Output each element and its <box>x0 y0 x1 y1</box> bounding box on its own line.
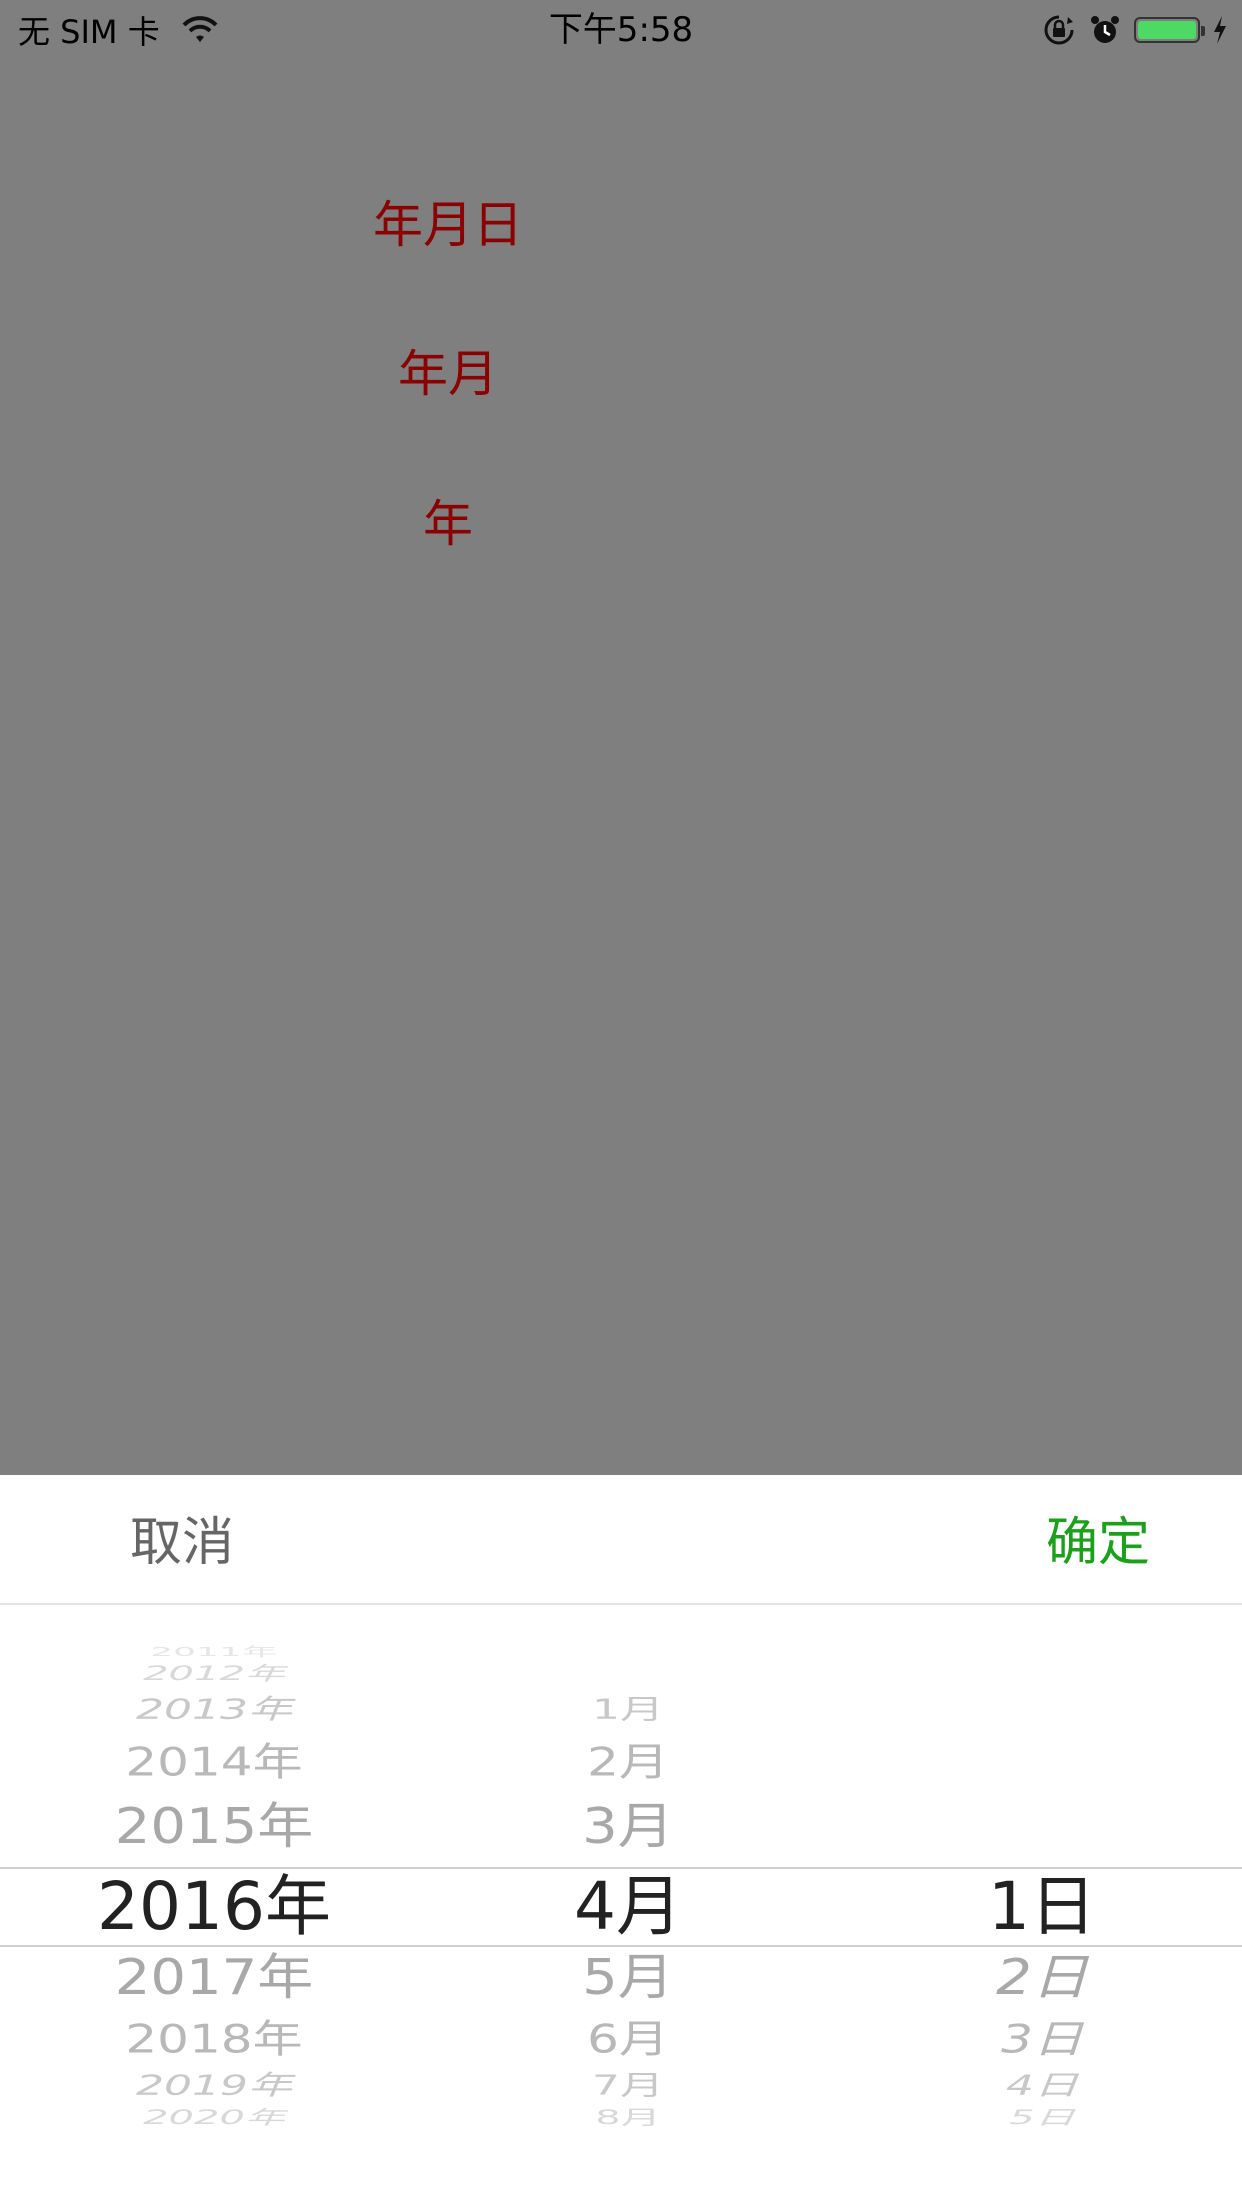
month-option[interactable]: 6月 <box>478 2017 778 2061</box>
charging-bolt-icon <box>1214 16 1226 44</box>
year-option[interactable]: 2014年 <box>64 1740 364 1784</box>
option-year[interactable]: 年 <box>248 494 648 554</box>
orientation-lock-icon <box>1044 15 1074 45</box>
day-wheel[interactable]: 1日 2日 3日 4日 5日 <box>892 1475 1192 2208</box>
status-right <box>1042 12 1228 48</box>
year-selected[interactable]: 2016年 <box>64 1869 364 1945</box>
month-option[interactable]: 7月 <box>478 2070 778 2102</box>
year-option[interactable]: 2020年 <box>64 2107 364 2128</box>
battery-icon <box>1134 17 1205 43</box>
year-wheel[interactable]: 2011年 2012年 2013年 2014年 2015年 2016年 2017… <box>64 1475 364 2208</box>
year-option[interactable]: 2019年 <box>64 2070 364 2102</box>
day-option[interactable]: 3日 <box>892 2017 1192 2061</box>
month-option[interactable]: 8月 <box>478 2107 778 2128</box>
day-option[interactable]: 2日 <box>892 1951 1192 2005</box>
month-selected[interactable]: 4月 <box>478 1869 778 1945</box>
day-option[interactable]: 4日 <box>892 2070 1192 2102</box>
option-year-month[interactable]: 年月 <box>248 344 648 404</box>
month-option[interactable]: 5月 <box>478 1951 778 2005</box>
year-option[interactable]: 2011年 <box>64 1645 364 1659</box>
year-option[interactable]: 2018年 <box>64 2017 364 2061</box>
month-option[interactable]: 1月 <box>478 1694 778 1726</box>
year-option[interactable]: 2015年 <box>64 1800 364 1854</box>
month-option[interactable]: 2月 <box>478 1740 778 1784</box>
battery-level <box>1138 21 1196 39</box>
day-option[interactable]: 5日 <box>892 2107 1192 2128</box>
year-option[interactable]: 2017年 <box>64 1951 364 2005</box>
alarm-icon <box>1091 16 1119 43</box>
date-picker-sheet: 取消 确定 2011年 2012年 2013年 2014年 2015年 2016… <box>0 1475 1242 2208</box>
month-option[interactable]: 3月 <box>478 1800 778 1854</box>
day-selected[interactable]: 1日 <box>892 1869 1192 1945</box>
option-year-month-day[interactable]: 年月日 <box>248 195 648 255</box>
status-bar: 无 SIM 卡 下午5:58 <box>0 0 1242 60</box>
year-option[interactable]: 2013年 <box>64 1694 364 1726</box>
month-wheel[interactable]: 1月 2月 3月 4月 5月 6月 7月 8月 <box>478 1475 778 2208</box>
year-option[interactable]: 2012年 <box>64 1663 364 1684</box>
